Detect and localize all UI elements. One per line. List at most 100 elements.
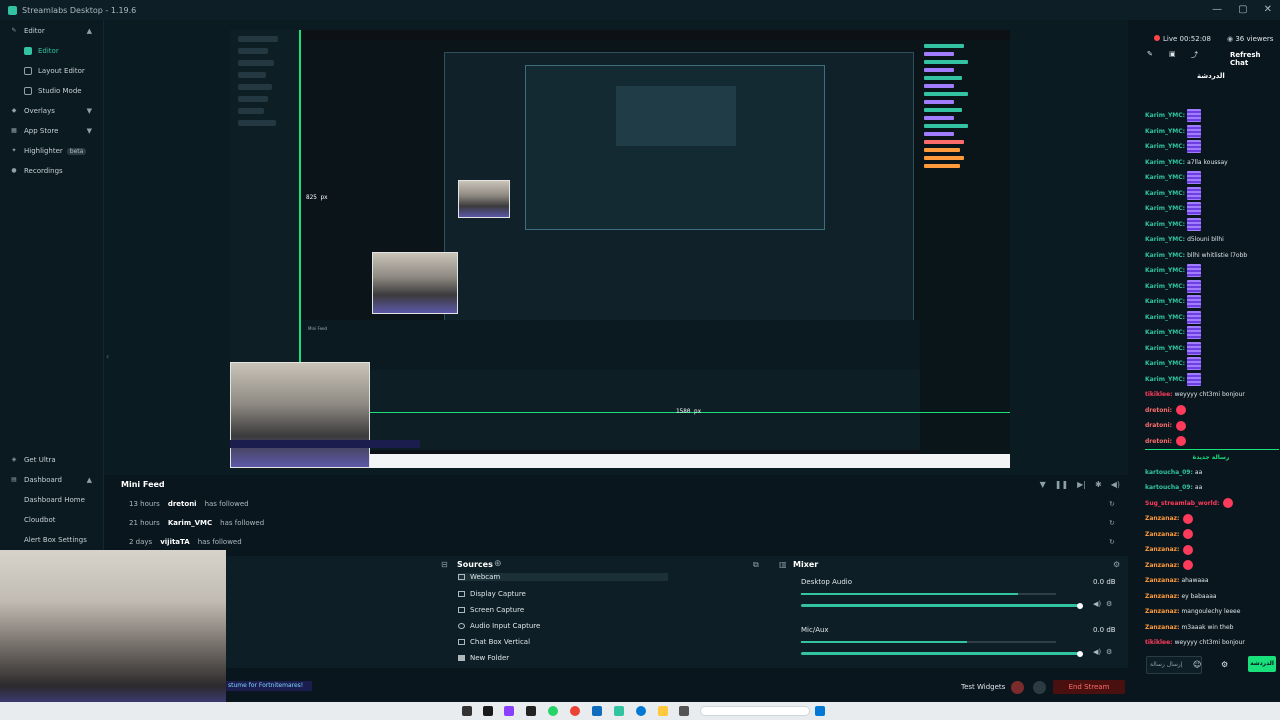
minimize-button[interactable]: — (1212, 4, 1222, 15)
chat-username[interactable]: Karim_YMC: (1145, 267, 1185, 274)
chat-username[interactable]: Zanzanaz: (1145, 624, 1179, 631)
chat-username[interactable]: Karim_YMC: (1145, 283, 1185, 290)
share-icon[interactable]: ⤴ (1191, 50, 1198, 60)
chat-username[interactable]: Zanzanaz: (1145, 608, 1179, 615)
mute-icon[interactable]: ◀) (1093, 600, 1101, 608)
end-stream-button[interactable]: End Stream (1053, 680, 1125, 694)
channel-settings-icon[interactable]: ⚙ (1106, 600, 1112, 608)
chat-username[interactable]: tikiklee: (1145, 639, 1173, 646)
chat-username[interactable]: Zanzanaz: (1145, 546, 1179, 553)
refresh-chat-button[interactable]: Refresh Chat (1230, 51, 1280, 67)
taskbar-search[interactable] (700, 706, 810, 716)
pause-icon[interactable]: ❚❚ (1055, 480, 1068, 489)
volume-slider[interactable] (801, 652, 1081, 655)
add-source-icon[interactable]: ⊕ (494, 559, 502, 569)
chat-username[interactable]: Karim_YMC: (1145, 190, 1185, 197)
sidebar-item-layout-editor[interactable]: Layout Editor (24, 62, 85, 80)
chat-username[interactable]: Karim_YMC: (1145, 112, 1185, 119)
sidebar-item-cloudbot[interactable]: Cloudbot (24, 511, 55, 529)
chrome-icon[interactable] (570, 706, 580, 716)
chat-send-button[interactable]: الدردشة (1248, 656, 1276, 672)
volume-icon[interactable]: ◀) (1111, 480, 1120, 489)
sidebar-item-dashboard[interactable]: ▤ Dashboard ▲ (10, 471, 100, 489)
repeat-icon[interactable]: ↻ (1109, 500, 1115, 508)
chat-username[interactable]: Karim_YMC: (1145, 314, 1185, 321)
chat-username[interactable]: kartoucha_09: (1145, 469, 1193, 476)
streamlabs-icon[interactable] (614, 706, 624, 716)
edit-icon[interactable]: ✎ (1147, 50, 1153, 58)
start-icon[interactable] (815, 706, 825, 716)
chat-username[interactable]: Karim_YMC: (1145, 329, 1185, 336)
app-icon[interactable] (679, 706, 689, 716)
app-icon[interactable] (504, 706, 514, 716)
test-widgets-label[interactable]: Test Widgets (961, 683, 1005, 691)
sidebar-item-dashboard-home[interactable]: Dashboard Home (24, 491, 85, 509)
app-icon[interactable] (592, 706, 602, 716)
settings-icon[interactable]: ✱ (1095, 480, 1102, 489)
channel-settings-icon[interactable]: ⚙ (1106, 648, 1112, 656)
app-icon[interactable] (526, 706, 536, 716)
close-button[interactable]: ✕ (1264, 4, 1272, 15)
chat-username[interactable]: Zanzanaz: (1145, 515, 1179, 522)
chat-username[interactable]: Karim_YMC: (1145, 345, 1185, 352)
volume-slider[interactable] (801, 604, 1081, 607)
record-button[interactable] (1011, 681, 1024, 694)
chat-username[interactable]: Karim_YMC: (1145, 376, 1185, 383)
task-view-icon[interactable] (462, 706, 472, 716)
chat-username[interactable]: dretoni: (1145, 438, 1172, 445)
scenes-icon[interactable]: ⊟ (441, 560, 448, 569)
folder-icon[interactable] (658, 706, 668, 716)
replay-button[interactable] (1033, 681, 1046, 694)
chat-username[interactable]: Karim_YMC: (1145, 236, 1185, 243)
repeat-icon[interactable]: ↻ (1109, 519, 1115, 527)
emoji-icon[interactable]: ☺ (1193, 660, 1201, 669)
sidebar-item-overlays[interactable]: ◆ Overlays ▼ (10, 102, 100, 120)
maximize-button[interactable]: ▢ (1238, 4, 1247, 15)
chat-username[interactable]: dretoni: (1145, 407, 1172, 414)
sidebar-item-studio-mode[interactable]: Studio Mode (24, 82, 82, 100)
gear-icon[interactable]: ⚙ (1113, 560, 1120, 569)
chat-username[interactable]: Zanzanaz: (1145, 531, 1179, 538)
app-icon[interactable] (483, 706, 493, 716)
sidebar-item-editor[interactable]: Editor (24, 42, 59, 60)
chat-username[interactable]: Karim_YMC: (1145, 143, 1185, 150)
sidebar-section-editor[interactable]: ✎ Editor ▲ (10, 22, 100, 40)
mixer-settings-icon[interactable]: ⧉ (753, 560, 759, 570)
sidebar-item-alert-box-settings[interactable]: Alert Box Settings (24, 531, 87, 549)
filter-icon[interactable]: ▼ (1040, 480, 1046, 489)
chat-username[interactable]: Karim_YMC: (1145, 174, 1185, 181)
source-item[interactable]: Audio Input Capture (458, 622, 540, 630)
chat-username[interactable]: Karim_YMC: (1145, 221, 1185, 228)
chat-username[interactable]: Karim_YMC: (1145, 298, 1185, 305)
source-item[interactable]: Webcam (458, 573, 668, 581)
collapse-left-icon[interactable]: ‹ (106, 352, 109, 361)
repeat-icon[interactable]: ↻ (1109, 538, 1115, 546)
chat-username[interactable]: Sug_streamlab_world: (1145, 500, 1219, 507)
source-item[interactable]: Chat Box Vertical (458, 638, 530, 646)
skip-icon[interactable]: ▶| (1077, 480, 1086, 489)
chat-tab[interactable]: الدردشة (1197, 72, 1225, 80)
chat-settings-icon[interactable]: ⚙ (1221, 660, 1228, 669)
chat-username[interactable]: Karim_YMC: (1145, 205, 1185, 212)
chat-username[interactable]: kartoucha_09: (1145, 484, 1193, 491)
chat-username[interactable]: Zanzanaz: (1145, 562, 1179, 569)
sidebar-item-get-ultra[interactable]: ◈ Get Ultra (10, 451, 56, 469)
whatsapp-icon[interactable] (548, 706, 558, 716)
chat-username[interactable]: رسالة جديدة (1193, 454, 1230, 461)
sidebar-item-recordings[interactable]: ● Recordings (10, 162, 62, 180)
sidebar-item-app-store[interactable]: ▦ App Store ▼ (10, 122, 100, 140)
volume-slider-knob[interactable] (1077, 603, 1083, 609)
webcam-source-selected[interactable] (230, 362, 370, 468)
volume-slider-knob[interactable] (1077, 651, 1083, 657)
chat-username[interactable]: Karim_YMC: (1145, 159, 1185, 166)
source-item[interactable]: Screen Capture (458, 606, 524, 614)
chat-username[interactable]: dratoni: (1145, 422, 1172, 429)
mute-icon[interactable]: ◀) (1093, 648, 1101, 656)
sidebar-item-highlighter[interactable]: ✦ Highlighter beta (10, 142, 87, 160)
source-item[interactable]: New Folder (458, 654, 509, 662)
chat-username[interactable]: Zanzanaz: (1145, 593, 1179, 600)
popout-icon[interactable]: ▣ (1169, 50, 1176, 58)
chat-username[interactable]: Karim_YMC: (1145, 252, 1185, 259)
chat-username[interactable]: Karim_YMC: (1145, 128, 1185, 135)
edge-icon[interactable] (636, 706, 646, 716)
